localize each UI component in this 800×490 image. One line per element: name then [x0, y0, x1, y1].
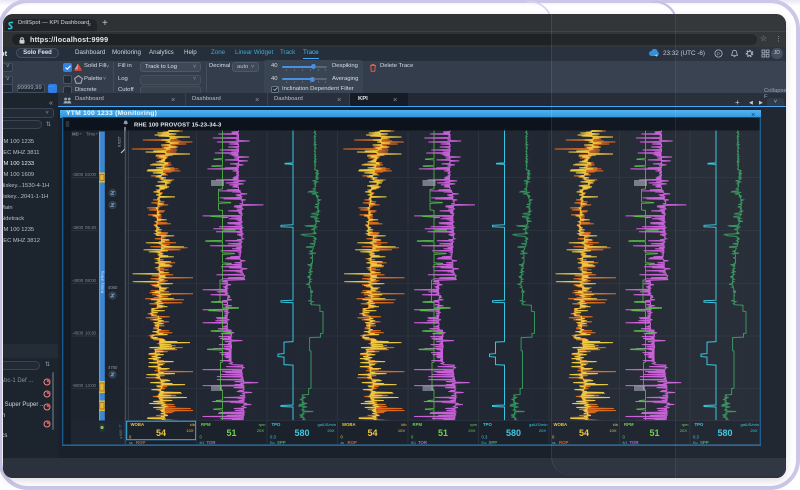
svg-text:20X: 20X [257, 428, 264, 433]
svg-text:6.625": 6.625" [118, 135, 122, 147]
svg-text:Rotary drilling: Rotary drilling [101, 271, 105, 293]
svg-text:rpm: rpm [470, 422, 478, 427]
svg-text:-4000: -4000 [72, 278, 84, 283]
svg-text:ROP: ROP [348, 439, 357, 444]
svg-text:20X: 20X [468, 428, 475, 433]
svg-text:ss: ss [129, 440, 133, 444]
svg-text:rpm: rpm [259, 422, 267, 427]
svg-text:Eu:: Eu: [270, 440, 275, 444]
svg-text:WOBA: WOBA [131, 422, 145, 427]
svg-text:-3500: -3500 [72, 225, 84, 230]
svg-text:580: 580 [506, 428, 521, 438]
svg-text:TPO: TPO [272, 422, 281, 427]
svg-text:580: 580 [294, 428, 309, 438]
svg-text:10:30: 10:30 [85, 330, 97, 335]
svg-text:0.3: 0.3 [270, 434, 276, 439]
svg-text:ss: ss [341, 440, 345, 444]
svg-text:54: 54 [367, 428, 377, 438]
svg-text:05:30: 05:30 [85, 225, 97, 230]
svg-text:-5000: -5000 [72, 383, 84, 388]
svg-text:03:00: 03:00 [85, 172, 97, 177]
svg-text:galUS/min: galUS/min [318, 422, 336, 427]
svg-text:ROP: ROP [136, 439, 145, 444]
svg-text:TOR: TOR [207, 439, 217, 444]
svg-text:4780: 4780 [108, 365, 118, 370]
svg-text:ft/1: ft/1 [411, 440, 416, 444]
svg-text:10X: 10X [398, 428, 405, 433]
svg-text:51: 51 [226, 428, 236, 438]
svg-text:RHE 100 PROVOST 15-23-34-3: RHE 100 PROVOST 15-23-34-3 [134, 122, 222, 128]
svg-text:WOBA: WOBA [342, 422, 356, 427]
svg-text:TPO: TPO [483, 422, 492, 427]
svg-text:klb: klb [190, 422, 196, 427]
svg-text:SPP: SPP [277, 439, 286, 444]
svg-text:Eu:: Eu: [482, 440, 487, 444]
svg-text:0.3: 0.3 [482, 434, 488, 439]
svg-text:20X: 20X [539, 428, 546, 433]
svg-text:SPP: SPP [489, 439, 498, 444]
svg-text:TOR: TOR [418, 439, 428, 444]
svg-text:54: 54 [156, 428, 166, 438]
svg-text:klb: klb [401, 422, 407, 427]
svg-text:MD: MD [72, 131, 79, 136]
svg-text:Time: Time [86, 131, 96, 136]
svg-text:-4500: -4500 [72, 330, 84, 335]
svg-text:-3000: -3000 [72, 172, 84, 177]
svg-text:13:00: 13:00 [85, 383, 97, 388]
svg-text:4060: 4060 [108, 285, 118, 290]
svg-text:20X: 20X [327, 428, 334, 433]
svg-text:10X: 10X [186, 428, 193, 433]
svg-text:51: 51 [438, 428, 448, 438]
svg-text:RPM: RPM [201, 422, 211, 427]
svg-text:galUS/min: galUS/min [529, 422, 547, 427]
svg-text:◂ 600': 7": ◂ 600': 7" [119, 423, 123, 438]
svg-text:ft/1: ft/1 [200, 440, 205, 444]
svg-text:RPM: RPM [413, 422, 423, 427]
svg-text:08:00: 08:00 [85, 278, 97, 283]
